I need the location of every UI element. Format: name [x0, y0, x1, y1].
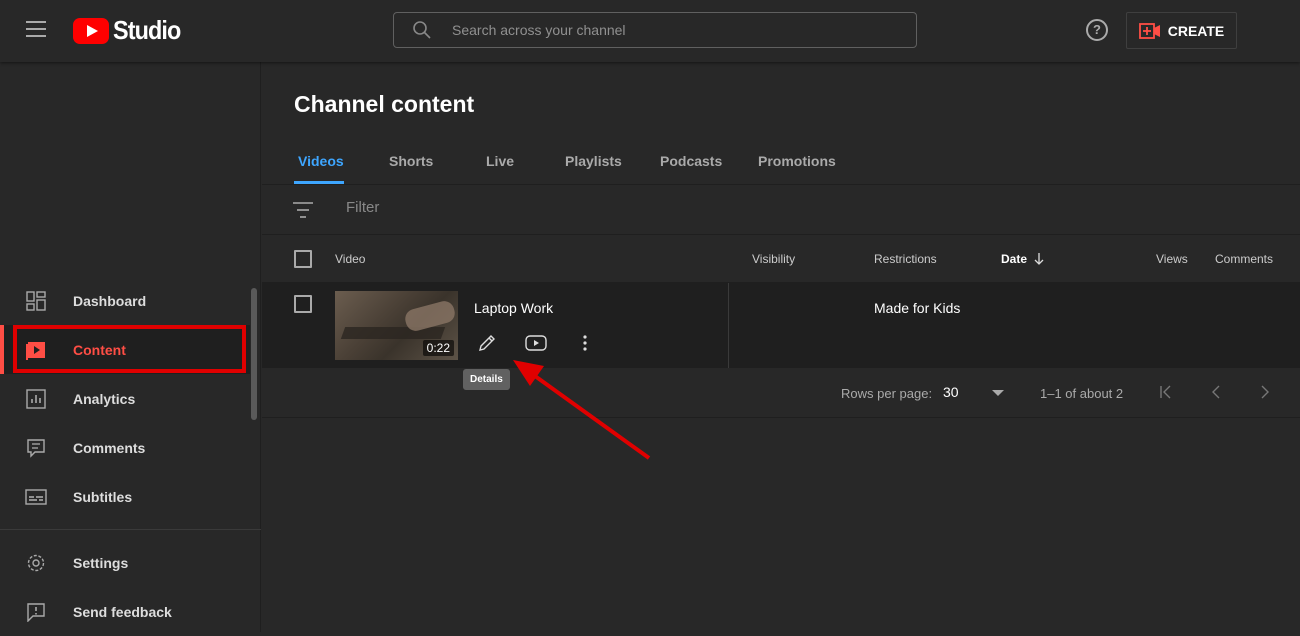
youtube-play-icon	[525, 335, 547, 351]
sidebar-item-label: Comments	[73, 439, 146, 456]
column-divider	[728, 283, 729, 368]
row-checkbox[interactable]	[294, 295, 312, 313]
sidebar-scrollbar[interactable]	[251, 288, 257, 420]
annotation-highlight-box	[13, 325, 246, 373]
sidebar-divider	[0, 529, 261, 530]
table-header: Video Visibility Restrictions Date Views…	[262, 235, 1300, 283]
sidebar-item-label: Settings	[73, 554, 129, 571]
comments-icon	[25, 437, 47, 459]
feedback-icon	[25, 601, 47, 623]
column-header-video: Video	[335, 252, 366, 266]
youtube-logo-icon	[73, 17, 109, 44]
filter-icon[interactable]	[292, 201, 314, 219]
settings-icon	[25, 552, 47, 574]
sidebar: Dashboard Content Analytics Comments Sub…	[0, 62, 261, 632]
more-options-button[interactable]	[573, 331, 597, 355]
sidebar-item-label: Subtitles	[73, 488, 133, 505]
dashboard-icon	[25, 290, 47, 312]
tab-promotions[interactable]: Promotions	[758, 144, 836, 184]
create-video-icon	[1138, 22, 1160, 39]
analytics-icon	[25, 388, 47, 410]
sidebar-item-dashboard[interactable]: Dashboard	[0, 276, 250, 325]
create-label: CREATE	[1167, 22, 1225, 39]
first-page-icon[interactable]	[1158, 383, 1176, 401]
tab-shorts[interactable]: Shorts	[389, 144, 433, 184]
subtitles-icon	[25, 486, 47, 508]
view-on-youtube-button[interactable]	[524, 331, 548, 355]
video-duration: 0:22	[422, 340, 454, 356]
studio-logo[interactable]: Studio	[73, 15, 188, 46]
details-button[interactable]	[475, 331, 499, 355]
main-content: Channel content Videos Shorts Live Playl…	[262, 62, 1300, 632]
page-title: Channel content	[294, 91, 475, 117]
pagination-bar: Rows per page: 30 1–1 of about 2	[262, 368, 1300, 418]
search-input[interactable]	[452, 22, 872, 38]
search-icon	[413, 21, 431, 39]
more-vert-icon	[583, 335, 587, 351]
tab-podcasts[interactable]: Podcasts	[660, 144, 722, 184]
pencil-icon	[479, 335, 495, 351]
divider	[262, 417, 1300, 418]
pagination-range: 1–1 of about 2	[1040, 386, 1124, 401]
search-box[interactable]	[393, 12, 917, 48]
tab-playlists[interactable]: Playlists	[565, 144, 622, 184]
sidebar-item-label: Dashboard	[73, 292, 147, 309]
next-page-icon[interactable]	[1256, 383, 1274, 401]
sidebar-item-send-feedback[interactable]: Send feedback	[0, 587, 250, 636]
rows-per-page-select[interactable]: 30	[943, 384, 959, 400]
active-indicator	[0, 325, 4, 374]
sort-descending-icon[interactable]	[1033, 252, 1045, 266]
top-bar: Studio ? CREATE	[0, 0, 1300, 62]
menu-icon[interactable]	[26, 21, 46, 37]
filter-bar	[262, 185, 1300, 235]
column-header-comments[interactable]: Comments	[1215, 252, 1273, 266]
sidebar-item-subtitles[interactable]: Subtitles	[0, 472, 250, 521]
filter-input[interactable]	[346, 199, 946, 216]
sidebar-item-analytics[interactable]: Analytics	[0, 374, 250, 423]
sidebar-item-settings[interactable]: Settings	[0, 538, 250, 587]
tab-live[interactable]: Live	[486, 144, 514, 184]
sidebar-item-label: Send feedback	[73, 603, 172, 620]
sidebar-item-comments[interactable]: Comments	[0, 423, 250, 472]
thumbnail-image	[340, 327, 446, 339]
column-header-views[interactable]: Views	[1156, 252, 1188, 266]
column-header-restrictions[interactable]: Restrictions	[874, 252, 937, 266]
sidebar-item-label: Analytics	[73, 390, 136, 407]
column-header-date[interactable]: Date	[1001, 252, 1027, 266]
tab-videos[interactable]: Videos	[298, 144, 344, 184]
dropdown-arrow-icon[interactable]	[992, 390, 1004, 396]
rows-per-page-label: Rows per page:	[841, 386, 933, 401]
restrictions-value: Made for Kids	[874, 300, 961, 316]
create-button[interactable]: CREATE	[1126, 12, 1237, 49]
logo-text: Studio	[113, 15, 181, 45]
table-row[interactable]: 0:22 Laptop Work Made for Kids	[262, 283, 1300, 368]
video-title[interactable]: Laptop Work	[474, 300, 553, 316]
previous-page-icon[interactable]	[1207, 383, 1225, 401]
video-thumbnail[interactable]: 0:22	[335, 291, 458, 360]
column-header-visibility[interactable]: Visibility	[752, 252, 795, 266]
select-all-checkbox[interactable]	[294, 250, 312, 268]
help-icon[interactable]: ?	[1086, 19, 1108, 41]
